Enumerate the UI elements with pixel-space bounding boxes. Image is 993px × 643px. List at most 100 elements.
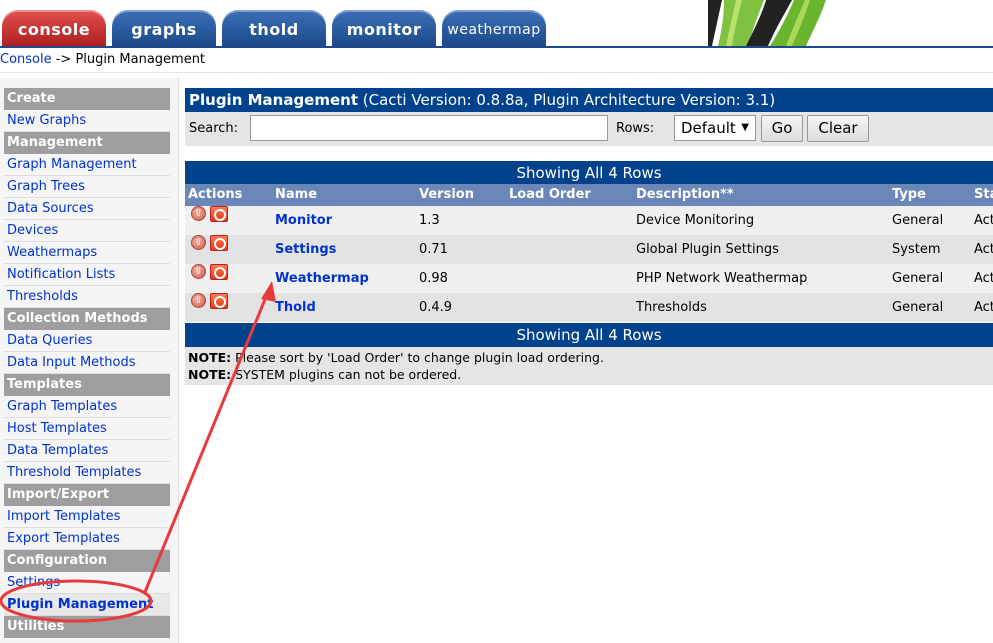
sidebar-link[interactable]: Export Templates: [7, 531, 120, 546]
sidebar-item-import-templates[interactable]: Import Templates: [4, 506, 170, 528]
plugin-version: 0.4.9: [419, 300, 453, 315]
plugin-type: General: [892, 271, 944, 286]
col-load-order[interactable]: Load Order: [509, 184, 591, 206]
rows-select[interactable]: Default ▼: [674, 115, 756, 141]
note-text: Please sort by 'Load Order' to change pl…: [231, 350, 604, 365]
sidebar-link[interactable]: Thresholds: [7, 289, 78, 304]
plugin-name[interactable]: Thold: [275, 293, 316, 322]
arrow-up-circle-icon[interactable]: ⇧: [191, 293, 206, 308]
sidebar-item-weathermaps[interactable]: Weathermaps: [4, 242, 170, 264]
plugin-status: Act: [974, 213, 993, 228]
sidebar-link[interactable]: Data Queries: [7, 333, 92, 348]
tab-weathermap[interactable]: weathermap: [442, 10, 546, 46]
rows-select-value: Default: [681, 119, 736, 137]
plugin-name[interactable]: Settings: [275, 235, 336, 264]
plugin-name-link[interactable]: Thold: [275, 300, 316, 315]
sidebar-link[interactable]: Threshold Templates: [7, 465, 141, 480]
go-button[interactable]: Go: [761, 115, 803, 142]
note-system-plugins: NOTE: SYSTEM plugins can not be ordered.: [188, 366, 990, 383]
sidebar-item-devices[interactable]: Devices: [4, 220, 170, 242]
sidebar-item-graph-trees[interactable]: Graph Trees: [4, 176, 170, 198]
col-status[interactable]: Sta: [974, 184, 993, 206]
notes: NOTE: Please sort by 'Load Order' to cha…: [185, 347, 993, 385]
sidebar-item-export-templates[interactable]: Export Templates: [4, 528, 170, 550]
plugin-type: System: [892, 242, 941, 257]
plugin-name-link[interactable]: Weathermap: [275, 271, 369, 286]
tab-thold[interactable]: thold: [222, 10, 326, 46]
cactus-logo: [708, 0, 993, 46]
plugin-description: Global Plugin Settings: [636, 242, 779, 257]
power-icon[interactable]: [210, 235, 228, 251]
plugin-name[interactable]: Monitor: [275, 206, 332, 235]
sidebar-link[interactable]: New Graphs: [7, 113, 86, 128]
sidebar-item-data-sources[interactable]: Data Sources: [4, 198, 170, 220]
table-row: ⇧ Weathermap 0.98 PHP Network Weathermap…: [185, 264, 993, 293]
sidebar-link[interactable]: Host Templates: [7, 421, 107, 436]
col-version[interactable]: Version: [419, 184, 474, 206]
sidebar-link[interactable]: Graph Trees: [7, 179, 85, 194]
clear-button[interactable]: Clear: [807, 115, 869, 142]
plugin-description: Thresholds: [636, 300, 707, 315]
sidebar-item-data-queries[interactable]: Data Queries: [4, 330, 170, 352]
plugin-type: General: [892, 300, 944, 315]
sidebar-link[interactable]: Data Input Methods: [7, 355, 136, 370]
plugin-status: Act: [974, 300, 993, 315]
sidebar-item-data-input-methods[interactable]: Data Input Methods: [4, 352, 170, 374]
breadcrumb-console-link[interactable]: Console: [0, 52, 52, 67]
sidebar-item-graph-management[interactable]: Graph Management: [4, 154, 170, 176]
col-description[interactable]: Description**: [636, 184, 734, 206]
arrow-up-circle-icon[interactable]: ⇧: [191, 264, 206, 279]
note-text: SYSTEM plugins can not be ordered.: [231, 367, 462, 382]
sidebar-header-collection-methods: Collection Methods: [4, 308, 170, 330]
sidebar-item-host-templates[interactable]: Host Templates: [4, 418, 170, 440]
sidebar-link[interactable]: Data Sources: [7, 201, 94, 216]
plugin-status: Act: [974, 242, 993, 257]
col-type[interactable]: Type: [892, 184, 926, 206]
showing-rows-top: Showing All 4 Rows: [185, 161, 993, 185]
tab-console[interactable]: console: [2, 10, 106, 46]
sidebar-item-graph-templates[interactable]: Graph Templates: [4, 396, 170, 418]
tab-monitor[interactable]: monitor: [332, 10, 436, 46]
search-input[interactable]: [250, 115, 608, 141]
sidebar-link[interactable]: Plugin Management: [7, 597, 153, 612]
rows-label: Rows:: [616, 121, 655, 136]
col-actions: Actions: [188, 187, 243, 202]
sidebar-link[interactable]: Graph Management: [7, 157, 137, 172]
sidebar-item-settings[interactable]: Settings: [4, 572, 170, 594]
table-header: Actions Name Version Load Order Descript…: [185, 184, 993, 206]
page-title-version: (Cacti Version: 0.8.8a, Plugin Architect…: [358, 91, 776, 109]
power-icon[interactable]: [210, 293, 228, 309]
arrow-up-circle-icon[interactable]: ⇧: [191, 235, 206, 250]
sidebar-link[interactable]: Notification Lists: [7, 267, 115, 282]
sidebar-item-threshold-templates[interactable]: Threshold Templates: [4, 462, 170, 484]
table-row: ⇧ Monitor 1.3 Device Monitoring General …: [185, 206, 993, 235]
filter-bar: Search: Rows: Default ▼ Go Clear: [185, 112, 993, 146]
sidebar-header-templates: Templates: [4, 374, 170, 396]
top-tab-bar: console graphs thold monitor weathermap: [0, 0, 993, 48]
power-icon[interactable]: [210, 206, 228, 222]
sidebar-item-thresholds[interactable]: Thresholds: [4, 286, 170, 308]
sidebar-link[interactable]: Settings: [7, 575, 60, 590]
sidebar-item-notification-lists[interactable]: Notification Lists: [4, 264, 170, 286]
plugin-version: 0.98: [419, 271, 448, 286]
power-icon[interactable]: [210, 264, 228, 280]
sidebar-link[interactable]: Devices: [7, 223, 58, 238]
arrow-up-circle-icon[interactable]: ⇧: [191, 206, 206, 221]
plugin-name[interactable]: Weathermap: [275, 264, 369, 293]
sidebar-item-new-graphs[interactable]: New Graphs: [4, 110, 170, 132]
plugin-name-link[interactable]: Monitor: [275, 213, 332, 228]
note-load-order: NOTE: Please sort by 'Load Order' to cha…: [188, 349, 990, 366]
col-name[interactable]: Name: [275, 184, 317, 206]
sidebar-link[interactable]: Weathermaps: [7, 245, 97, 260]
sidebar-link[interactable]: Data Templates: [7, 443, 108, 458]
sidebar-item-plugin-management[interactable]: Plugin Management: [4, 594, 170, 616]
sidebar-item-data-templates[interactable]: Data Templates: [4, 440, 170, 462]
sidebar-link[interactable]: Graph Templates: [7, 399, 117, 414]
plugin-status: Act: [974, 271, 993, 286]
plugin-name-link[interactable]: Settings: [275, 242, 336, 257]
tab-graphs[interactable]: graphs: [112, 10, 216, 46]
table-row: ⇧ Settings 0.71 Global Plugin Settings S…: [185, 235, 993, 264]
search-label: Search:: [189, 121, 239, 136]
note-label: NOTE:: [188, 367, 232, 382]
sidebar-link[interactable]: Import Templates: [7, 509, 120, 524]
